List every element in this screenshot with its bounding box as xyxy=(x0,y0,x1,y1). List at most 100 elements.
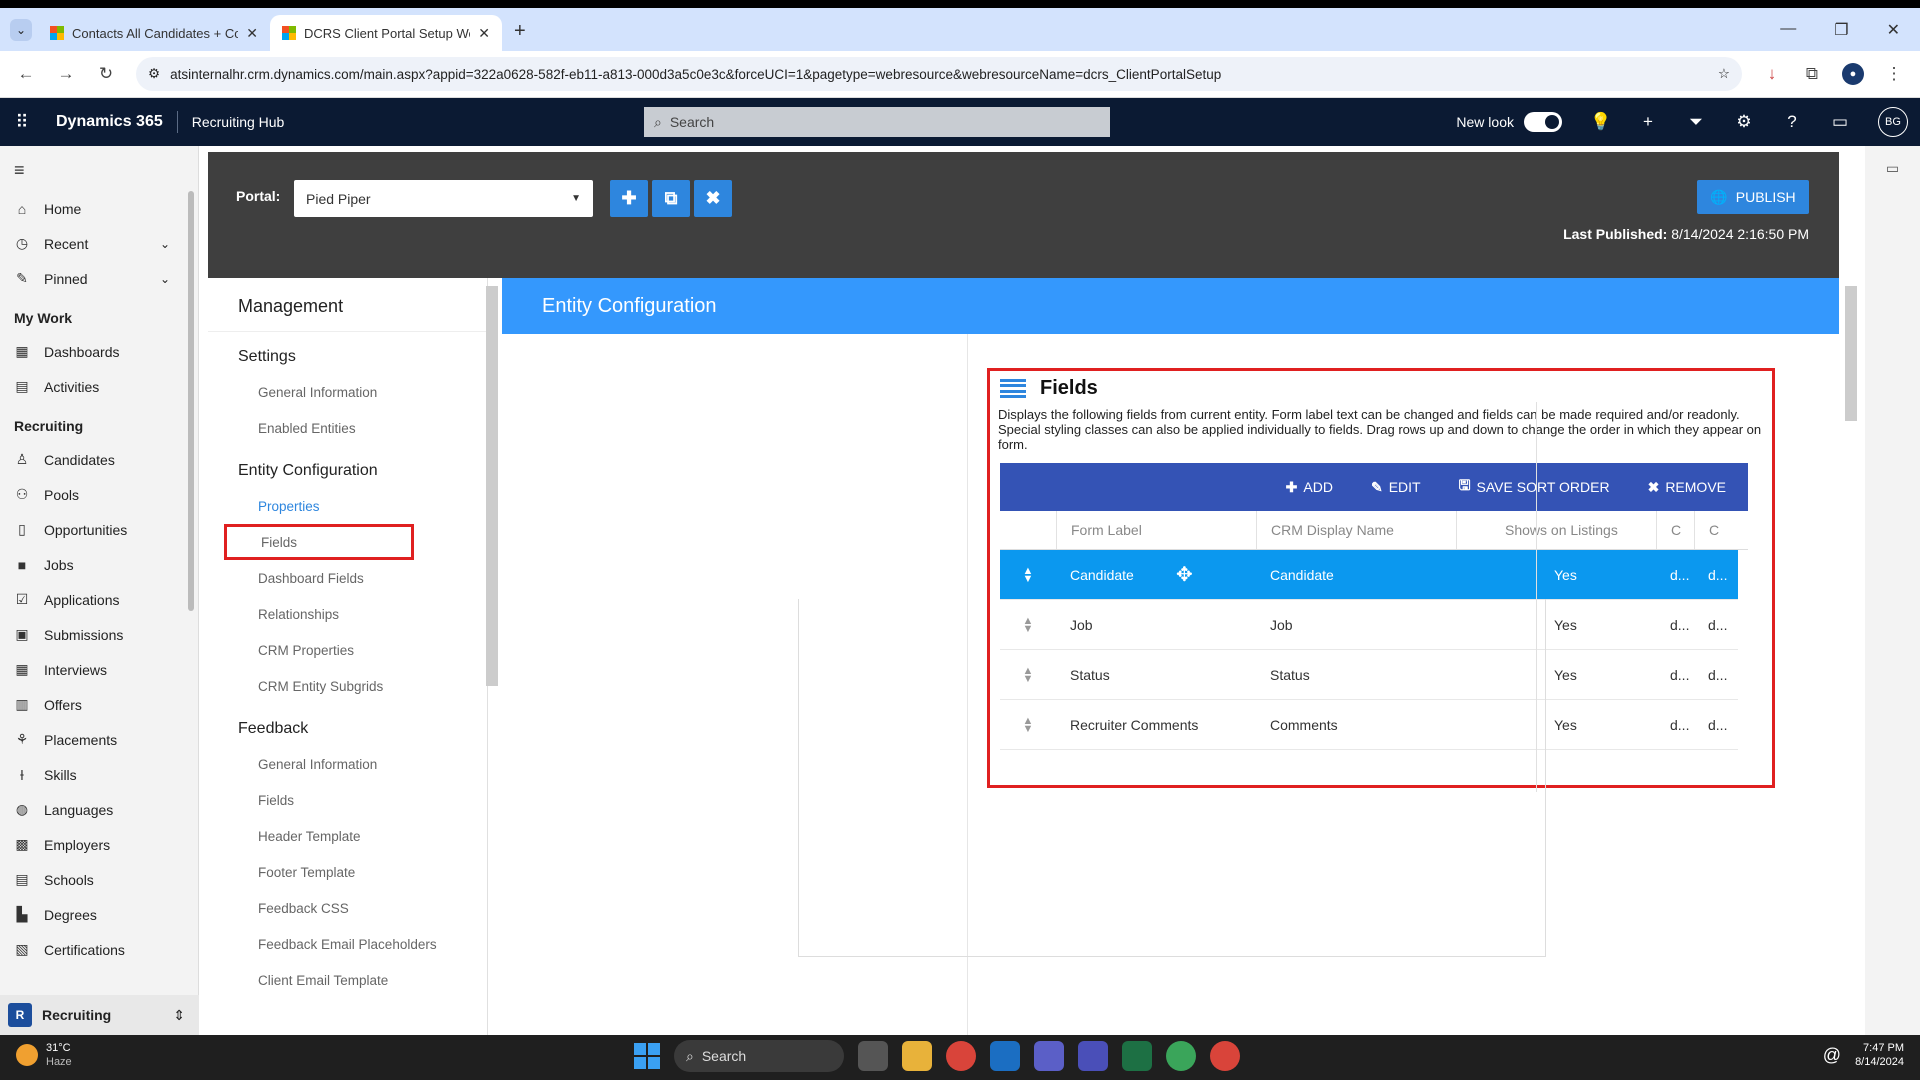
at-sign-icon[interactable]: @ xyxy=(1823,1046,1841,1064)
nav-item-candidates[interactable]: ♙ Candidates xyxy=(0,442,198,477)
forward-icon[interactable]: → xyxy=(56,64,76,84)
taskbar-search[interactable]: ⌕ Search xyxy=(674,1040,844,1072)
reload-icon[interactable]: ↻ xyxy=(96,64,116,84)
column-header-shows-on-listings[interactable]: Shows on Listings xyxy=(1456,511,1656,549)
management-link-relationships[interactable]: Relationships xyxy=(208,596,487,632)
chrome-profile-icon[interactable] xyxy=(1166,1041,1196,1071)
publish-button[interactable]: 🌐 PUBLISH xyxy=(1697,180,1809,214)
new-tab-icon[interactable]: + xyxy=(514,20,526,43)
file-explorer-icon[interactable] xyxy=(902,1041,932,1071)
browser-tab-contacts[interactable]: Contacts All Candidates + Cont ✕ xyxy=(38,15,270,51)
weather-widget[interactable]: 31°C Haze xyxy=(16,1041,72,1069)
app-name[interactable]: Recruiting Hub xyxy=(178,114,285,130)
grid-scrollbar[interactable] xyxy=(1536,402,1550,792)
excel-icon[interactable] xyxy=(1122,1041,1152,1071)
close-tab-icon[interactable]: ✕ xyxy=(478,25,490,42)
comment-icon[interactable]: ▭ xyxy=(1865,146,1920,177)
management-link-general-information[interactable]: General Information xyxy=(208,746,487,782)
clock[interactable]: 7:47 PM 8/14/2024 xyxy=(1855,1041,1904,1069)
management-link-properties[interactable]: Properties xyxy=(208,488,487,524)
management-link-client-email-template[interactable]: Client Email Template xyxy=(208,962,487,998)
settings-gear-icon[interactable]: ⚙ xyxy=(1734,112,1754,132)
column-header-form-label[interactable]: Form Label xyxy=(1056,511,1256,549)
management-link-feedback-css[interactable]: Feedback CSS xyxy=(208,890,487,926)
column-header-crm-display-name[interactable]: CRM Display Name xyxy=(1256,511,1456,549)
plus-icon[interactable]: + xyxy=(1638,112,1658,132)
nav-item-home[interactable]: ⌂ Home xyxy=(0,191,198,226)
drag-handle-icon[interactable]: ▲ ▼ xyxy=(1000,567,1056,583)
management-link-crm-entity-subgrids[interactable]: CRM Entity Subgrids xyxy=(208,668,487,704)
tab-search-button[interactable]: ⌄ xyxy=(10,19,32,41)
management-link-feedback-email-placeholders[interactable]: Feedback Email Placeholders xyxy=(208,926,487,962)
column-header-c1[interactable]: C xyxy=(1656,511,1694,549)
d365-brand[interactable]: Dynamics 365 xyxy=(44,113,177,131)
hamburger-menu-icon[interactable]: ≡ xyxy=(0,146,198,191)
url-field[interactable]: ⚙ atsinternalhr.crm.dynamics.com/main.as… xyxy=(136,57,1742,91)
save-sort-order-button[interactable]: 🖫 SAVE SORT ORDER xyxy=(1459,475,1610,499)
back-icon[interactable]: ← xyxy=(16,64,36,84)
nav-item-recent[interactable]: ◷ Recent ⌄ xyxy=(0,226,198,261)
nav-item-languages[interactable]: ◍ Languages xyxy=(0,792,198,827)
close-tab-icon[interactable]: ✕ xyxy=(246,25,258,42)
d365-search-input[interactable]: ⌕ Search xyxy=(644,107,1110,137)
nav-item-applications[interactable]: ☑ Applications xyxy=(0,582,198,617)
teams-icon[interactable] xyxy=(1034,1041,1064,1071)
content-scrollbar[interactable] xyxy=(1845,286,1857,421)
nav-item-submissions[interactable]: ▣ Submissions xyxy=(0,617,198,652)
task-view-icon[interactable] xyxy=(858,1041,888,1071)
management-link-footer-template[interactable]: Footer Template xyxy=(208,854,487,890)
management-link-enabled-entities[interactable]: Enabled Entities xyxy=(208,410,487,446)
table-row[interactable]: ▲ ▼ Candidate Candidate Yes d... d... ✥ xyxy=(1000,550,1738,600)
management-scrollbar[interactable] xyxy=(486,286,498,686)
chrome-icon[interactable] xyxy=(946,1041,976,1071)
filter-icon[interactable]: ⏷ xyxy=(1686,112,1706,132)
nav-item-offers[interactable]: ▥ Offers xyxy=(0,687,198,722)
management-link-dashboard-fields[interactable]: Dashboard Fields xyxy=(208,560,487,596)
windows-start-icon[interactable] xyxy=(634,1043,660,1069)
nav-item-activities[interactable]: ▤ Activities xyxy=(0,369,198,404)
teams-work-icon[interactable] xyxy=(1078,1041,1108,1071)
nav-scrollbar[interactable] xyxy=(188,191,194,611)
outlook-icon[interactable] xyxy=(990,1041,1020,1071)
nav-item-degrees[interactable]: ▙ Degrees xyxy=(0,897,198,932)
nav-item-certifications[interactable]: ▧ Certifications xyxy=(0,932,198,967)
column-header-c2[interactable]: C xyxy=(1694,511,1732,549)
nav-item-pools[interactable]: ⚇ Pools xyxy=(0,477,198,512)
lightbulb-icon[interactable]: 💡 xyxy=(1590,112,1611,132)
nav-item-dashboards[interactable]: ▦ Dashboards xyxy=(0,334,198,369)
add-field-button[interactable]: ✚ ADD xyxy=(1286,479,1333,496)
delete-portal-button[interactable]: ✖ xyxy=(694,180,732,217)
nav-item-skills[interactable]: Ɨ Skills xyxy=(0,757,198,792)
area-switcher[interactable]: R Recruiting ⇕ xyxy=(0,995,199,1035)
management-link-header-template[interactable]: Header Template xyxy=(208,818,487,854)
add-portal-button[interactable]: ✚ xyxy=(610,180,648,217)
user-avatar[interactable]: BG xyxy=(1878,107,1908,137)
bookmark-star-icon[interactable]: ☆ xyxy=(1718,66,1730,82)
nav-item-jobs[interactable]: ■ Jobs xyxy=(0,547,198,582)
nav-item-employers[interactable]: ▩ Employers xyxy=(0,827,198,862)
chevron-down-icon[interactable]: ⌄ xyxy=(160,272,170,286)
browser-tab-dcrs[interactable]: DCRS Client Portal Setup Web R ✕ xyxy=(270,15,502,51)
app-launcher-icon[interactable]: ⠿ xyxy=(0,112,44,133)
management-link-crm-properties[interactable]: CRM Properties xyxy=(208,632,487,668)
profile-icon[interactable]: ● xyxy=(1842,63,1864,85)
help-icon[interactable]: ? xyxy=(1782,112,1802,132)
edit-field-button[interactable]: ✎ EDIT xyxy=(1371,479,1421,496)
copy-portal-button[interactable]: ⧉ xyxy=(652,180,690,217)
chevron-down-icon[interactable]: ⌄ xyxy=(160,237,170,251)
restore-icon[interactable]: ❐ xyxy=(1834,20,1848,40)
nav-item-schools[interactable]: ▤ Schools xyxy=(0,862,198,897)
new-look-toggle[interactable]: New look xyxy=(1456,112,1562,132)
nav-item-opportunities[interactable]: ▯ Opportunities xyxy=(0,512,198,547)
nav-item-interviews[interactable]: ▦ Interviews xyxy=(0,652,198,687)
close-window-icon[interactable]: ✕ xyxy=(1887,20,1900,40)
chat-icon[interactable]: ▭ xyxy=(1830,112,1850,132)
nav-item-pinned[interactable]: ✎ Pinned ⌄ xyxy=(0,261,198,296)
minimize-icon[interactable]: — xyxy=(1780,20,1796,40)
extensions-icon[interactable]: ⧉ xyxy=(1802,64,1822,84)
management-link-general-information[interactable]: General Information xyxy=(208,374,487,410)
site-info-icon[interactable]: ⚙ xyxy=(148,66,160,82)
browser-menu-icon[interactable]: ⋮ xyxy=(1884,64,1904,84)
management-link-fields[interactable]: Fields xyxy=(208,782,487,818)
management-link-fields[interactable]: Fields xyxy=(224,524,414,560)
